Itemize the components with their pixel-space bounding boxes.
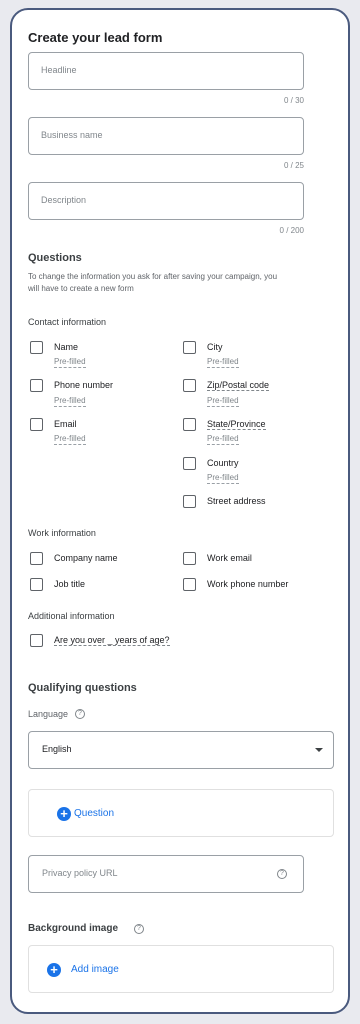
- questions-help-text: To change the information you ask for af…: [28, 272, 278, 293]
- name-prefilled-label: Pre-filled: [54, 357, 86, 368]
- add-question-plus-icon[interactable]: +: [57, 807, 71, 821]
- add-image-plus-icon[interactable]: +: [47, 963, 61, 977]
- add-image-panel: + Add image: [28, 945, 334, 993]
- add-image-button[interactable]: Add image: [71, 964, 119, 975]
- headline-field[interactable]: Headline: [28, 52, 304, 90]
- privacy-policy-url-field[interactable]: Privacy policy URL ?: [28, 855, 304, 893]
- checkbox-work-phone-number-label: Work phone number: [207, 579, 289, 589]
- checkbox-age-question-label: Are you over _ years of age?: [54, 635, 170, 646]
- additional-info-title: Additional information: [28, 611, 115, 621]
- checkbox-country-label: Country: [207, 458, 239, 468]
- qualifying-questions-title: Qualifying questions: [28, 682, 137, 694]
- city-prefilled-label: Pre-filled: [207, 357, 239, 368]
- background-image-help-icon[interactable]: ?: [134, 924, 144, 934]
- business-name-placeholder: Business name: [41, 130, 103, 140]
- checkbox-email-label: Email: [54, 419, 77, 429]
- background-image-title: Background image: [28, 923, 119, 934]
- headline-placeholder: Headline: [41, 65, 77, 75]
- description-field[interactable]: Description: [28, 182, 304, 220]
- checkbox-state-province[interactable]: [183, 418, 196, 431]
- language-help-icon[interactable]: ?: [75, 709, 85, 719]
- add-question-button[interactable]: Question: [74, 808, 114, 819]
- checkbox-city[interactable]: [183, 341, 196, 354]
- zip-prefilled-label: Pre-filled: [207, 396, 239, 407]
- checkbox-country[interactable]: [183, 457, 196, 470]
- contact-info-title: Contact information: [28, 317, 107, 327]
- checkbox-email[interactable]: [30, 418, 43, 431]
- checkbox-zip-postal-code-label: Zip/Postal code: [207, 380, 270, 391]
- checkbox-name-label: Name: [54, 342, 79, 352]
- checkbox-state-province-label: State/Province: [207, 419, 266, 430]
- form-title: Create your lead form: [28, 30, 163, 45]
- add-question-panel: + Question: [28, 789, 334, 837]
- checkbox-work-email-label: Work email: [207, 553, 252, 563]
- privacy-policy-placeholder: Privacy policy URL: [42, 868, 118, 878]
- chevron-down-icon: [315, 748, 323, 752]
- checkbox-age-question[interactable]: [30, 634, 43, 647]
- checkbox-phone-number-label: Phone number: [54, 380, 114, 390]
- checkbox-name[interactable]: [30, 341, 43, 354]
- checkbox-work-phone-number[interactable]: [183, 578, 196, 591]
- language-select[interactable]: English: [28, 731, 334, 769]
- checkbox-job-title-label: Job title: [54, 579, 86, 589]
- state-prefilled-label: Pre-filled: [207, 434, 239, 445]
- lead-form-card: Create your lead form Headline 0 / 30 Bu…: [10, 8, 350, 1014]
- questions-title: Questions: [28, 252, 82, 264]
- checkbox-job-title[interactable]: [30, 578, 43, 591]
- language-label: Language: [28, 709, 69, 719]
- checkbox-company-name[interactable]: [30, 552, 43, 565]
- checkbox-street-address-label: Street address: [207, 496, 266, 506]
- privacy-help-icon[interactable]: ?: [277, 869, 287, 879]
- country-prefilled-label: Pre-filled: [207, 473, 239, 484]
- phone-prefilled-label: Pre-filled: [54, 396, 86, 407]
- checkbox-work-email[interactable]: [183, 552, 196, 565]
- checkbox-zip-postal-code[interactable]: [183, 379, 196, 392]
- business-name-counter: 0 / 25: [283, 161, 304, 170]
- description-placeholder: Description: [41, 195, 87, 205]
- work-info-title: Work information: [28, 528, 96, 538]
- description-counter: 0 / 200: [279, 226, 304, 235]
- checkbox-street-address[interactable]: [183, 495, 196, 508]
- checkbox-city-label: City: [207, 342, 223, 352]
- business-name-field[interactable]: Business name: [28, 117, 304, 155]
- email-prefilled-label: Pre-filled: [54, 434, 86, 445]
- checkbox-company-name-label: Company name: [54, 553, 118, 563]
- checkbox-phone-number[interactable]: [30, 379, 43, 392]
- language-select-value: English: [42, 744, 72, 754]
- headline-counter: 0 / 30: [283, 96, 304, 105]
